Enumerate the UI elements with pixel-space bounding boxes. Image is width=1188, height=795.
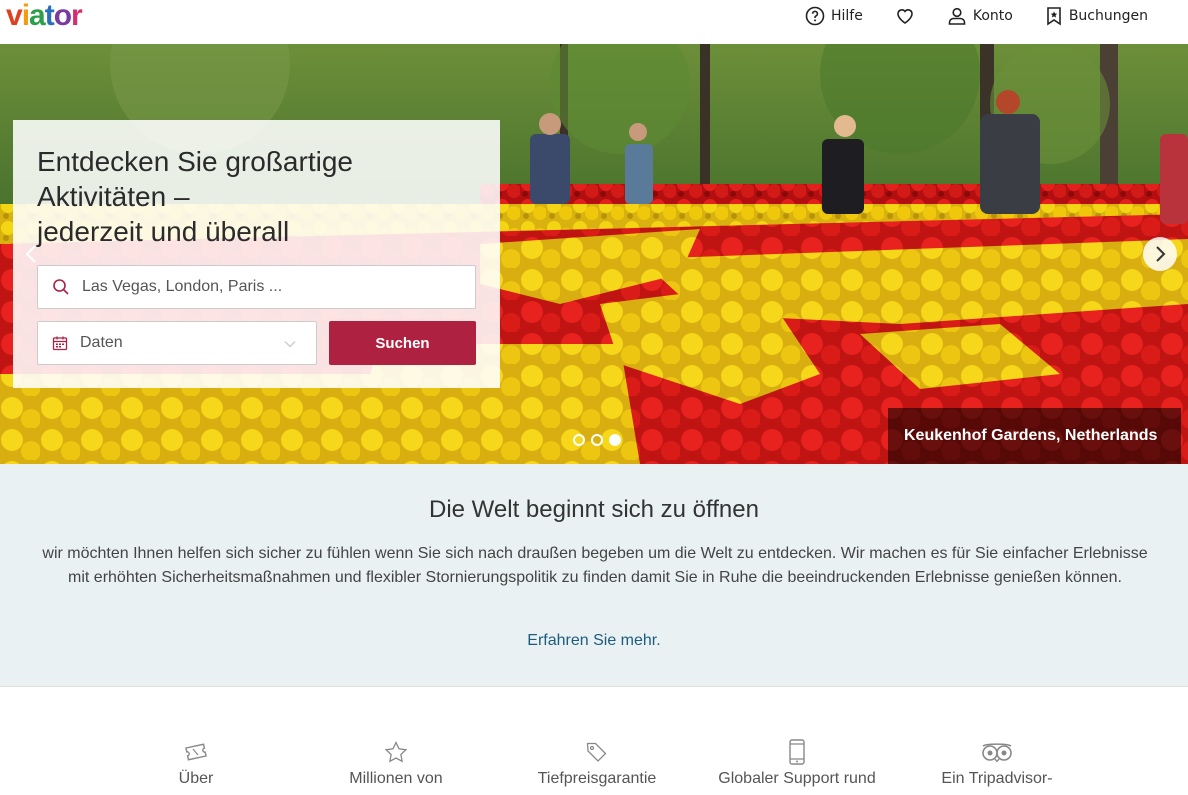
feature-price-guarantee: Tiefpreisgarantie [497,738,697,788]
hero-title: Entdecken Sie großartige Aktivitäten – j… [37,144,477,249]
hero-title-line: Entdecken Sie großartige [37,146,353,177]
carousel-dot[interactable] [591,434,603,446]
feature-label: Über [178,770,214,787]
nav-wishlist[interactable] [895,6,915,26]
feature-support: Globaler Support rund [697,738,897,788]
chevron-left-icon [25,245,36,263]
destination-search-input[interactable] [82,278,462,296]
logo-letter: a [29,0,46,32]
bookmark-icon [1047,7,1061,26]
nav-help[interactable]: Hilfe [805,6,863,26]
calendar-icon [52,336,68,351]
user-icon [948,7,966,25]
date-picker-label: Daten [80,334,123,351]
ticket-icon [185,743,207,761]
hero-title-line: Aktivitäten – [37,181,190,212]
nav-account-label: Konto [972,8,1013,24]
help-circle-icon [805,6,825,26]
tripadvisor-owl-icon [982,743,1012,762]
carousel-prev-button[interactable] [22,242,42,266]
search-button[interactable]: Suchen [329,321,476,365]
nav-account[interactable]: Konto [947,6,1013,26]
nav-bookings[interactable]: Buchungen [1045,6,1148,26]
nav-bookings-label: Buchungen [1068,8,1148,24]
learn-more-link[interactable]: Erfahren Sie mehr. [0,632,1188,650]
hero-carousel: Entdecken Sie großartige Aktivitäten – j… [0,44,1188,464]
hero-title-line: jederzeit und überall [37,216,290,247]
carousel-dot[interactable] [573,434,585,446]
banner-text: wir möchten Ihnen helfen sich sicher zu … [42,545,1148,586]
chevron-down-icon [284,341,296,348]
carousel-next-button[interactable] [1143,237,1177,271]
destination-search-field[interactable] [37,265,476,309]
banner-title: Die Welt beginnt sich zu öffnen [429,496,759,523]
nav-help-label: Hilfe [830,8,863,24]
logo-letter: r [71,0,83,32]
feature-label: Tiefpreisgarantie [537,770,657,787]
top-nav: Hilfe Konto Buchungen [805,6,1148,26]
features-row: Über Millionen von Tiefpreisgarantie Glo… [0,688,1188,795]
price-tag-icon [586,742,607,762]
feature-tripadvisor: Ein Tripadvisor- [897,738,1097,788]
logo-letter: t [44,0,55,32]
feature-label: Millionen von [349,770,443,787]
feature-label: Globaler Support rund [718,770,876,787]
logo-letter: o [53,0,72,32]
logo-letter: i [21,0,30,32]
feature-label: Ein Tripadvisor- [941,770,1053,787]
feature-tickets: Über [96,738,296,788]
chevron-right-icon [1156,246,1166,262]
star-icon [384,741,408,763]
smartphone-icon [789,739,805,765]
hero-location-caption: Keukenhof Gardens, Netherlands [888,408,1181,464]
carousel-dots [573,434,621,446]
heart-icon [897,9,913,24]
carousel-dot-active[interactable] [609,434,621,446]
search-panel: Entdecken Sie großartige Aktivitäten – j… [13,120,500,388]
site-header: viator Hilfe Konto Buchungen [0,0,1188,44]
feature-reviews: Millionen von [296,738,496,788]
logo-letter: v [6,0,23,32]
search-icon [53,279,69,295]
viator-logo[interactable]: viator [6,0,83,32]
reopening-banner: Die Welt beginnt sich zu öffnen wir möch… [0,464,1188,687]
date-picker[interactable]: Daten [37,321,317,365]
